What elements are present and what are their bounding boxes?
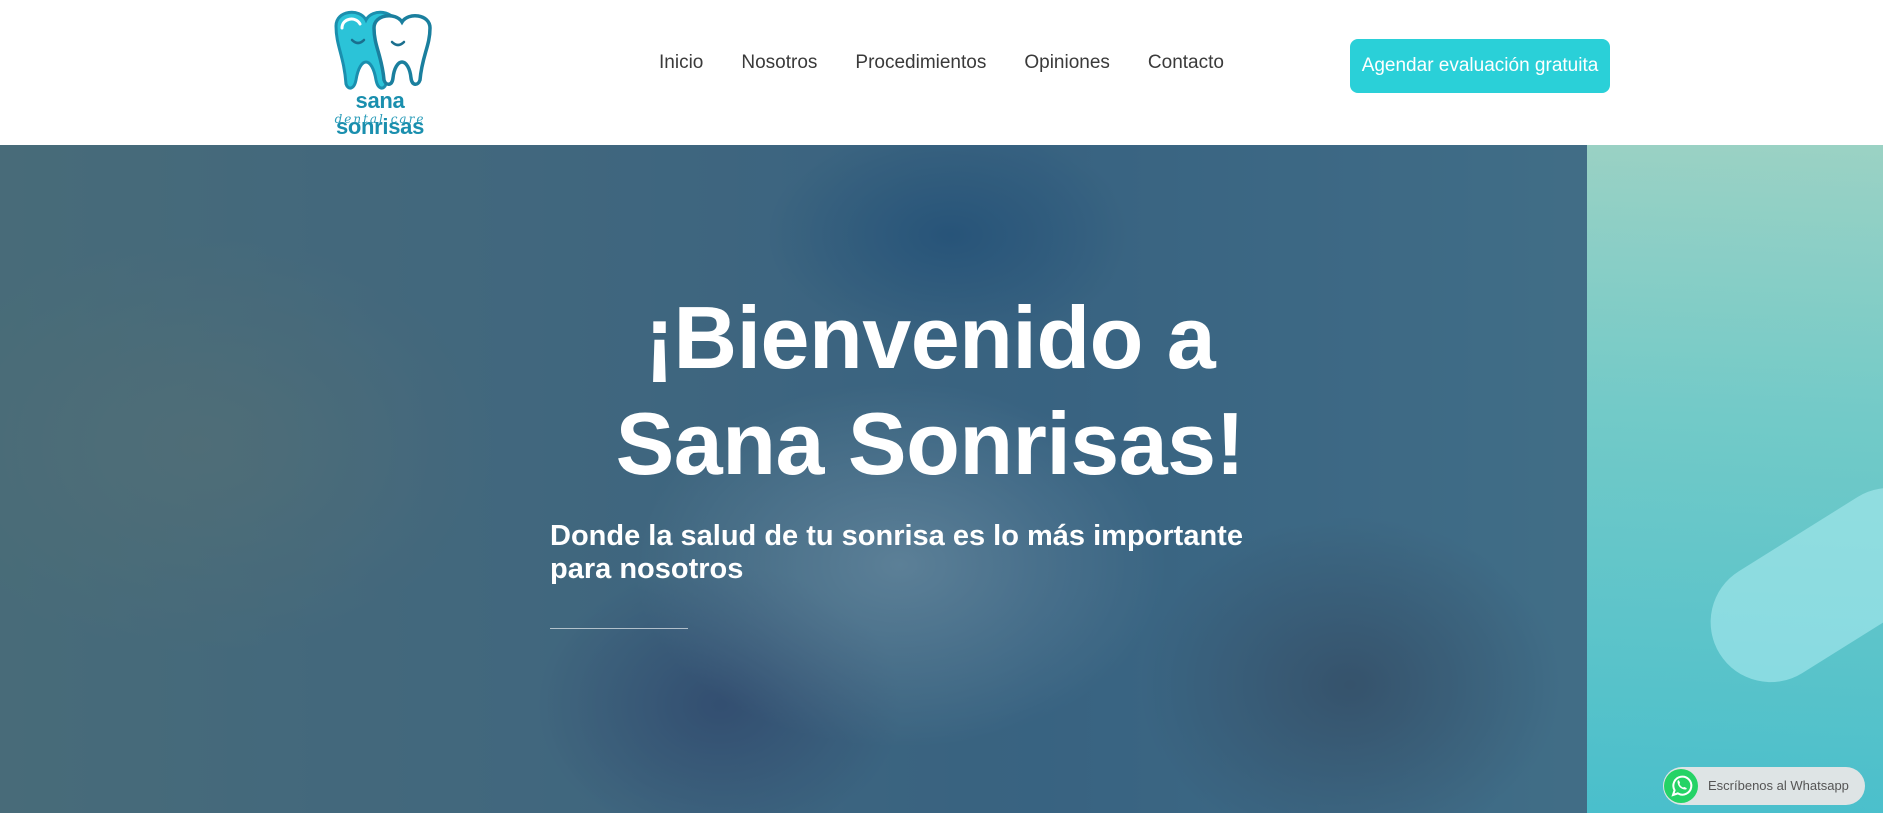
hero-title-line2: Sana Sonrisas! bbox=[615, 394, 1245, 493]
whatsapp-label: Escríbenos al Whatsapp bbox=[1708, 778, 1849, 793]
hero-subtitle-line2: para nosotros bbox=[550, 553, 744, 585]
hero-subtitle: Donde la salud de tu sonrisa es lo más i… bbox=[550, 520, 1270, 586]
nav-link-opiniones[interactable]: Opiniones bbox=[1024, 52, 1110, 74]
hero-subtitle-line1: Donde la salud de tu sonrisa es lo más i… bbox=[550, 520, 1243, 552]
main-nav: Inicio Nosotros Procedimientos Opiniones… bbox=[659, 52, 1224, 74]
hero-title-line1: ¡Bienvenido a bbox=[644, 288, 1216, 387]
hero-divider bbox=[550, 628, 688, 629]
brand-logo[interactable]: sana sonrisas dental care bbox=[312, 6, 448, 139]
hero-section: ¡Bienvenido a Sana Sonrisas! Donde la sa… bbox=[0, 145, 1883, 813]
brand-tagline: dental care bbox=[334, 112, 426, 126]
whatsapp-chat-button[interactable]: Escríbenos al Whatsapp bbox=[1663, 767, 1865, 805]
nav-link-procedimientos[interactable]: Procedimientos bbox=[855, 52, 986, 74]
schedule-evaluation-button[interactable]: Agendar evaluación gratuita bbox=[1350, 39, 1610, 93]
nav-link-nosotros[interactable]: Nosotros bbox=[741, 52, 817, 74]
nav-link-inicio[interactable]: Inicio bbox=[659, 52, 703, 74]
hero-title: ¡Bienvenido a Sana Sonrisas! bbox=[560, 285, 1300, 497]
hero-side-panel bbox=[1587, 145, 1883, 813]
site-header: sana sonrisas dental care Inicio Nosotro… bbox=[0, 0, 1883, 145]
two-teeth-icon bbox=[334, 10, 432, 90]
whatsapp-icon bbox=[1664, 769, 1698, 803]
nav-link-contacto[interactable]: Contacto bbox=[1148, 52, 1224, 74]
